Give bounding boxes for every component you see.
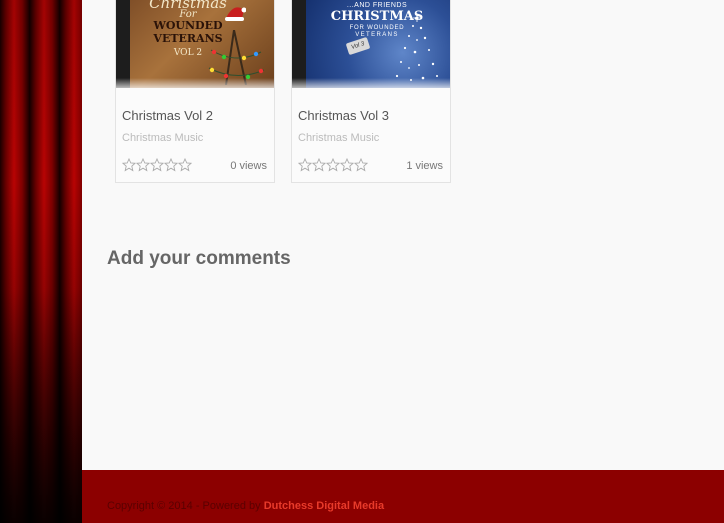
star-icon[interactable] <box>326 158 340 172</box>
comments-heading: Add your comments <box>107 248 291 269</box>
cover-reflection <box>292 78 450 88</box>
product-category[interactable]: Christmas Music <box>298 132 379 144</box>
dog-tag-icon: Vol 3 <box>345 36 371 56</box>
star-icon[interactable] <box>178 158 192 172</box>
star-icon[interactable] <box>312 158 326 172</box>
view-count: 0 views <box>230 160 267 172</box>
album-cover-image[interactable]: ...AND FRIENDS CHRISTMAS FOR WOUNDED VET… <box>292 0 450 88</box>
string-lights-icon <box>208 30 265 85</box>
cover-text: ...AND FRIENDS <box>346 2 408 9</box>
star-icon[interactable] <box>136 158 150 172</box>
star-icon[interactable] <box>164 158 178 172</box>
santa-hat-icon <box>225 7 246 21</box>
star-icon[interactable] <box>340 158 354 172</box>
view-count: 1 views <box>406 160 443 172</box>
cover-text: CHRISTMAS <box>330 9 424 24</box>
cd-case-spine <box>292 0 306 88</box>
footer: Copyright © 2014 - Powered by Dutchess D… <box>82 470 724 523</box>
star-rating[interactable] <box>122 158 192 172</box>
cover-text: FOR WOUNDED <box>349 25 405 31</box>
curtain-background <box>0 0 82 523</box>
album-cover-image[interactable]: Christmas For WOUNDED VETERANS VOL 2 <box>116 0 274 88</box>
star-rating[interactable] <box>298 158 368 172</box>
product-card[interactable]: Christmas For WOUNDED VETERANS VOL 2 Chr… <box>115 0 275 183</box>
cover-text: VETERANS <box>355 32 399 38</box>
product-title[interactable]: Christmas Vol 3 <box>298 108 389 123</box>
footer-copyright: Copyright © 2014 - Powered by Dutchess D… <box>107 500 384 512</box>
star-icon[interactable] <box>354 158 368 172</box>
copyright-text: Copyright © 2014 - Powered by <box>107 500 264 512</box>
star-icon[interactable] <box>298 158 312 172</box>
product-title[interactable]: Christmas Vol 2 <box>122 108 213 123</box>
product-card[interactable]: ...AND FRIENDS CHRISTMAS FOR WOUNDED VET… <box>291 0 451 183</box>
main-content: Christmas For WOUNDED VETERANS VOL 2 Chr… <box>82 0 724 470</box>
product-category[interactable]: Christmas Music <box>122 132 203 144</box>
star-icon[interactable] <box>150 158 164 172</box>
star-icon[interactable] <box>122 158 136 172</box>
powered-by-link[interactable]: Dutchess Digital Media <box>264 500 384 512</box>
cover-reflection <box>116 78 274 88</box>
